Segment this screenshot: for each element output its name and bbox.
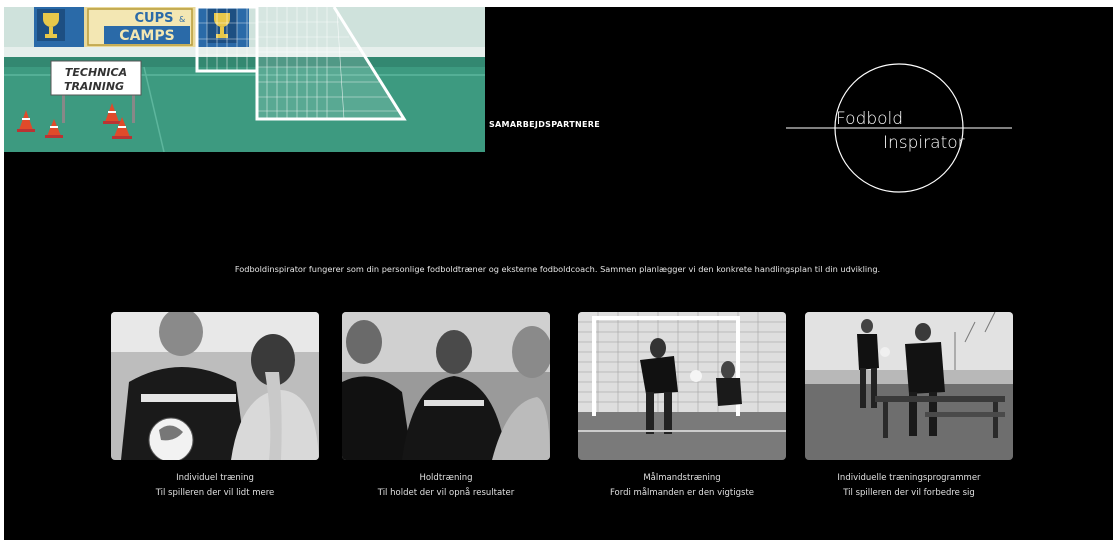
- banner-technica-text: TECHNICA: [65, 66, 127, 79]
- banner-cups-text: CUPS: [135, 11, 174, 26]
- card-individual-training[interactable]: Individuel træning Til spilleren der vil…: [111, 312, 319, 498]
- nav-partners-link[interactable]: SAMARBEJDSPARTNERE: [489, 120, 600, 129]
- card-title: Individuelle træningsprogrammer: [837, 473, 981, 483]
- trophy-icon: [207, 9, 237, 43]
- card-subtitle: Til holdet der vil opnå resultater: [377, 488, 515, 498]
- intro-text: Fodboldinspirator fungerer som din perso…: [234, 264, 881, 274]
- banner-camps-text: CAMPS: [119, 28, 174, 44]
- fodbold-inspirator-logo[interactable]: Fodbold Inspirator: [786, 62, 1012, 194]
- card-title: Individuel træning: [176, 473, 254, 483]
- card-goalkeeper-training[interactable]: Målmandstræning Fordi målmanden er den v…: [578, 312, 786, 498]
- card-photo-coach[interactable]: [111, 312, 319, 460]
- svg-text:&: &: [179, 15, 185, 24]
- banner-training-text: TRAINING: [64, 80, 124, 93]
- card-photo-goalkeeper[interactable]: [578, 312, 786, 460]
- logo-line1: Fodbold: [836, 109, 903, 129]
- card-subtitle: Til spilleren der vil lidt mere: [155, 488, 275, 498]
- card-subtitle: Fordi målmanden er den vigtigste: [609, 488, 755, 498]
- card-individual-programs[interactable]: Individuelle træningsprogrammer Til spil…: [805, 312, 1013, 498]
- logo-line2: Inspirator: [883, 133, 965, 153]
- card-title: Målmandstræning: [643, 473, 721, 483]
- card-photo-team[interactable]: [342, 312, 550, 460]
- card-subtitle: Til spilleren der vil forbedre sig: [843, 488, 975, 498]
- card-team-training[interactable]: Holdtræning Til holdet der vil opnå resu…: [342, 312, 550, 498]
- promo-banner[interactable]: CUPS & CAMPS TECHNICA TRAINING: [4, 7, 485, 152]
- card-photo-programs[interactable]: [805, 312, 1013, 460]
- card-title: Holdtræning: [419, 473, 473, 483]
